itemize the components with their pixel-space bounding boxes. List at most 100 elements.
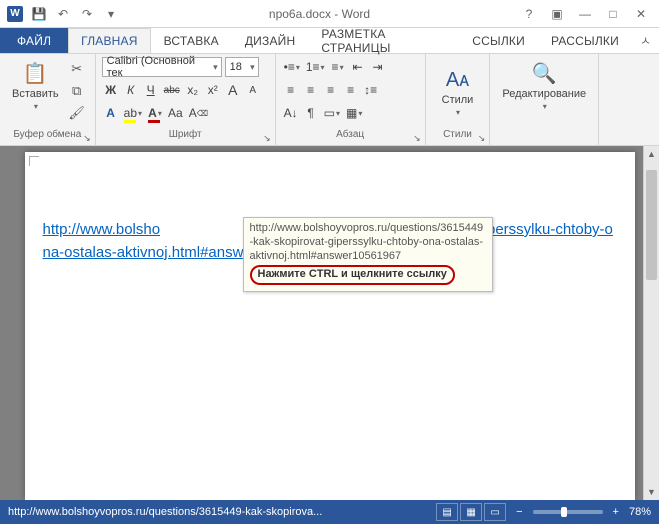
- cut-icon[interactable]: ✂: [67, 59, 87, 79]
- change-case-button[interactable]: Aa: [166, 103, 185, 123]
- show-hide-button[interactable]: ¶: [302, 103, 320, 123]
- window-title: npo6a.docx - Word: [122, 7, 517, 21]
- italic-button[interactable]: К: [122, 80, 140, 100]
- tab-page-layout[interactable]: РАЗМЕТКА СТРАНИЦЫ: [308, 28, 459, 53]
- font-size-combo[interactable]: 18: [225, 57, 259, 77]
- document-page[interactable]: http://www.bolsho_______________________…: [25, 152, 635, 500]
- launcher-icon[interactable]: ↘: [263, 133, 271, 144]
- align-center-button[interactable]: ≡: [302, 80, 320, 100]
- underline-button[interactable]: Ч: [142, 80, 160, 100]
- tab-home[interactable]: ГЛАВНАЯ: [68, 28, 150, 53]
- tab-file[interactable]: ФАЙЛ: [0, 28, 68, 53]
- chevron-down-icon: ▾: [543, 102, 547, 111]
- read-mode-view-icon[interactable]: ▦: [460, 503, 482, 521]
- paste-button[interactable]: 📋 Вставить ▾: [6, 57, 65, 115]
- decrease-indent-button[interactable]: ⇤: [349, 57, 367, 77]
- save-icon[interactable]: 💾: [28, 3, 50, 25]
- minimize-icon[interactable]: —: [573, 4, 597, 24]
- tab-design[interactable]: ДИЗАЙН: [232, 28, 309, 53]
- bold-button[interactable]: Ж: [102, 80, 120, 100]
- tooltip-action-text: Нажмите CTRL и щелкните ссылку: [250, 265, 455, 285]
- shrink-font-button[interactable]: A: [244, 80, 262, 100]
- group-styles: Aᴀ Стили ▾ Стили↘: [426, 54, 491, 145]
- scroll-down-icon[interactable]: ▼: [644, 484, 659, 500]
- borders-button[interactable]: ▦▾: [344, 103, 364, 123]
- status-hyperlink-path: http://www.bolshoyvopros.ru/questions/36…: [8, 506, 426, 518]
- word-app-icon[interactable]: W: [4, 3, 26, 25]
- title-bar: W 💾 ↶ ↷ ▾ npo6a.docx - Word ? ▣ — □ ✕: [0, 0, 659, 28]
- group-font: Calibri (Основной тек 18 Ж К Ч abc x₂ x²…: [96, 54, 276, 145]
- launcher-icon[interactable]: ↘: [413, 133, 421, 144]
- multilevel-button[interactable]: ≡▾: [329, 57, 347, 77]
- group-label-paragraph: Абзац↘: [282, 129, 419, 145]
- scroll-thumb[interactable]: [646, 170, 657, 280]
- sort-button[interactable]: A↓: [282, 103, 300, 123]
- page-corner-mark: [29, 156, 39, 166]
- align-right-button[interactable]: ≡: [322, 80, 340, 100]
- zoom-slider[interactable]: [533, 510, 603, 514]
- styles-icon: Aᴀ: [446, 69, 469, 92]
- launcher-icon[interactable]: ↘: [478, 133, 486, 144]
- highlight-button[interactable]: ab▾: [122, 103, 144, 123]
- styles-button[interactable]: Aᴀ Стили ▾: [436, 65, 480, 121]
- tab-insert[interactable]: ВСТАВКА: [151, 28, 232, 53]
- document-area: http://www.bolsho_______________________…: [0, 146, 659, 500]
- group-editing: 🔍 Редактирование ▾: [490, 54, 599, 145]
- ribbon: 📋 Вставить ▾ ✂ ⧉ 🖌 Буфер обмена↘ Calibri…: [0, 54, 659, 146]
- strike-button[interactable]: abc: [162, 80, 182, 100]
- grow-font-button[interactable]: A: [224, 80, 242, 100]
- group-label-font: Шрифт↘: [102, 129, 269, 145]
- group-label-styles: Стили↘: [432, 129, 484, 145]
- tooltip-url: http://www.bolshoyvopros.ru/questions/36…: [250, 222, 486, 263]
- font-name-combo[interactable]: Calibri (Основной тек: [102, 57, 222, 77]
- print-layout-view-icon[interactable]: ▤: [436, 503, 458, 521]
- justify-button[interactable]: ≡: [342, 80, 360, 100]
- group-clipboard: 📋 Вставить ▾ ✂ ⧉ 🖌 Буфер обмена↘: [0, 54, 96, 145]
- line-spacing-button[interactable]: ↕≡: [362, 80, 380, 100]
- maximize-icon[interactable]: □: [601, 4, 625, 24]
- clear-formatting-button[interactable]: A⌫: [187, 103, 210, 123]
- copy-icon[interactable]: ⧉: [67, 81, 87, 101]
- launcher-icon[interactable]: ↘: [83, 133, 91, 144]
- clipboard-icon: 📋: [23, 61, 48, 86]
- view-buttons: ▤ ▦ ▭: [436, 503, 506, 521]
- tab-mailings[interactable]: РАССЫЛКИ: [538, 28, 632, 53]
- ribbon-options-icon[interactable]: ▣: [545, 4, 569, 24]
- bullets-button[interactable]: •≡▾: [282, 57, 302, 77]
- group-label-editing: [496, 129, 592, 145]
- subscript-button[interactable]: x₂: [184, 80, 202, 100]
- format-painter-icon[interactable]: 🖌: [67, 103, 87, 123]
- zoom-out-button[interactable]: −: [516, 506, 522, 518]
- find-icon: 🔍: [532, 61, 557, 86]
- ribbon-tabs: ФАЙЛ ГЛАВНАЯ ВСТАВКА ДИЗАЙН РАЗМЕТКА СТР…: [0, 28, 659, 54]
- redo-icon[interactable]: ↷: [76, 3, 98, 25]
- font-color-button[interactable]: A▾: [146, 103, 164, 123]
- quick-access-toolbar: W 💾 ↶ ↷ ▾: [0, 3, 122, 25]
- text-effects-button[interactable]: A: [102, 103, 120, 123]
- close-icon[interactable]: ✕: [629, 4, 653, 24]
- numbering-button[interactable]: 1≡▾: [304, 57, 327, 77]
- web-layout-view-icon[interactable]: ▭: [484, 503, 506, 521]
- tab-references[interactable]: ССЫЛКИ: [459, 28, 538, 53]
- window-controls: ? ▣ — □ ✕: [517, 4, 659, 24]
- hyperlink-tooltip: http://www.bolshoyvopros.ru/questions/36…: [243, 217, 493, 292]
- collapse-ribbon-icon[interactable]: ㅅ: [632, 28, 659, 53]
- zoom-knob[interactable]: [561, 507, 567, 517]
- editing-button[interactable]: 🔍 Редактирование ▾: [496, 57, 592, 115]
- scroll-up-icon[interactable]: ▲: [644, 146, 659, 162]
- group-label-clipboard: Буфер обмена↘: [6, 129, 89, 145]
- vertical-scrollbar[interactable]: ▲ ▼: [643, 146, 659, 500]
- qat-customize-icon[interactable]: ▾: [100, 3, 122, 25]
- shading-button[interactable]: ▭▾: [322, 103, 342, 123]
- superscript-button[interactable]: x²: [204, 80, 222, 100]
- group-paragraph: •≡▾ 1≡▾ ≡▾ ⇤ ⇥ ≡ ≡ ≡ ≡ ↕≡ A↓ ¶ ▭▾ ▦▾ Абз…: [276, 54, 426, 145]
- chevron-down-icon: ▾: [456, 108, 460, 117]
- chevron-down-icon: ▾: [34, 102, 38, 111]
- help-icon[interactable]: ?: [517, 4, 541, 24]
- zoom-level[interactable]: 78%: [629, 506, 651, 518]
- undo-icon[interactable]: ↶: [52, 3, 74, 25]
- zoom-in-button[interactable]: +: [613, 506, 619, 518]
- status-bar: http://www.bolshoyvopros.ru/questions/36…: [0, 500, 659, 524]
- align-left-button[interactable]: ≡: [282, 80, 300, 100]
- increase-indent-button[interactable]: ⇥: [369, 57, 387, 77]
